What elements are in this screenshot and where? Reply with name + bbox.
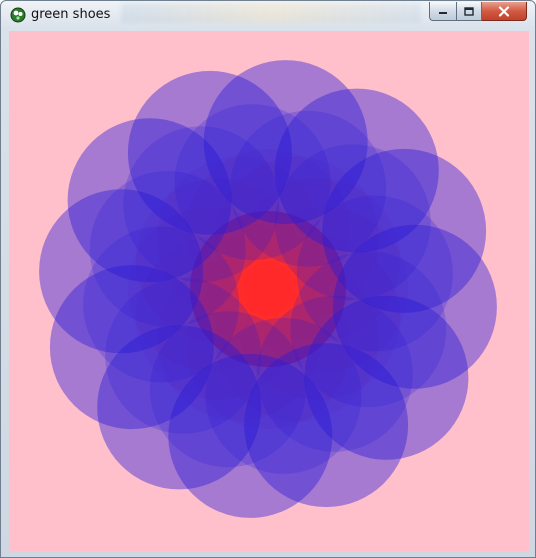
title-bar-background: [121, 3, 421, 23]
flower-drawing: [39, 60, 497, 518]
maximize-button[interactable]: [456, 2, 482, 21]
green-shoes-icon: [10, 7, 26, 23]
window-title: green shoes: [31, 7, 111, 22]
app-window: green shoes: [0, 0, 536, 558]
flower-mid-circle: [174, 104, 331, 261]
title-bar[interactable]: green shoes: [1, 1, 535, 31]
maximize-icon: [464, 6, 474, 16]
close-icon: [498, 5, 510, 17]
drawing-canvas[interactable]: [9, 31, 529, 551]
minimize-icon: [439, 12, 447, 14]
close-button[interactable]: [482, 2, 527, 21]
minimize-button[interactable]: [429, 2, 456, 21]
